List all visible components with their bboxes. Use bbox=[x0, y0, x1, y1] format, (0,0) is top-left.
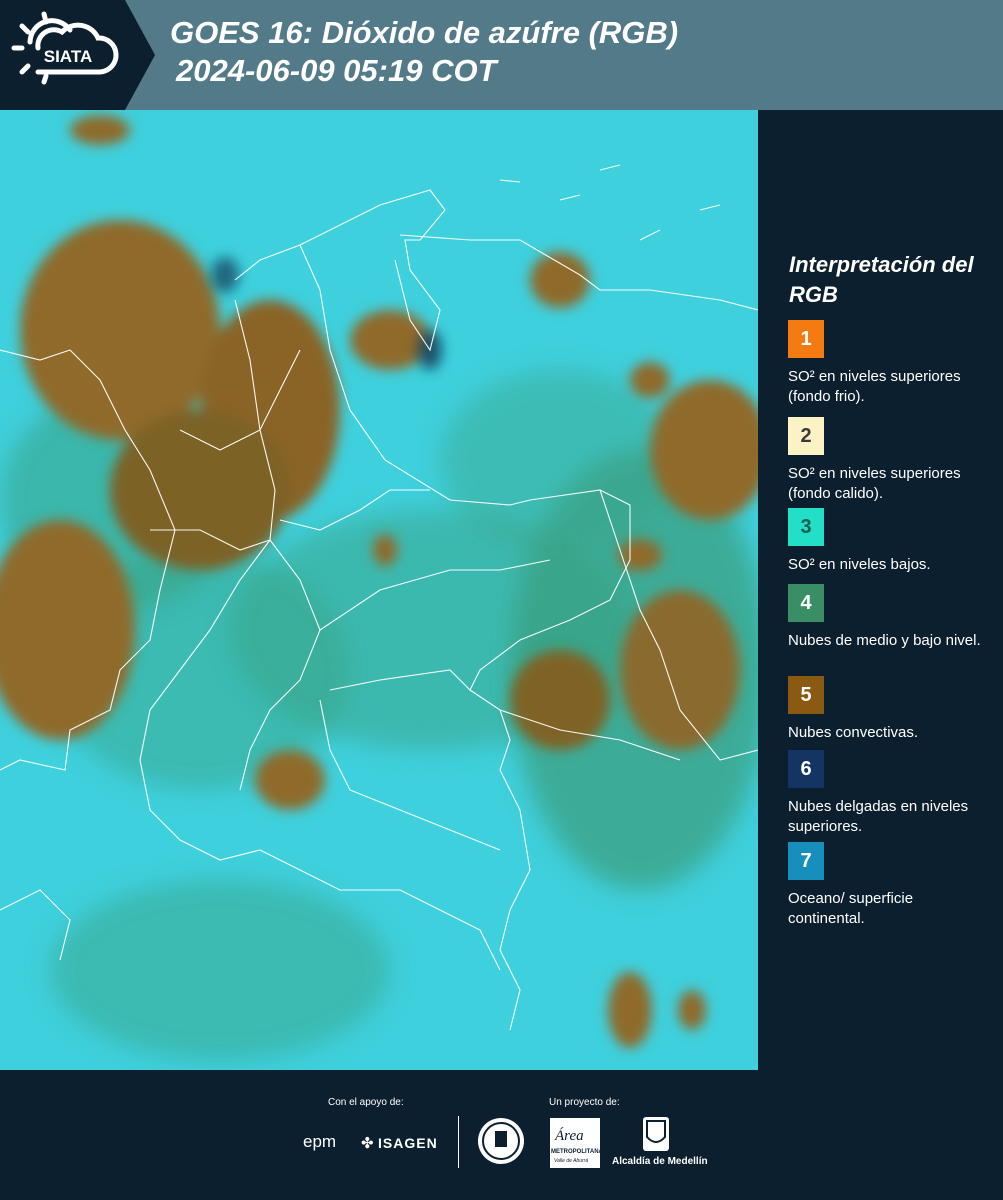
legend-label-1: SO² en niveles superiores (fondo frio). bbox=[788, 368, 961, 405]
isagen-mark-icon: ✤ bbox=[361, 1135, 374, 1152]
legend-label-4: Nubes de medio y bajo nivel. bbox=[788, 632, 981, 649]
legend-number-3: 3 bbox=[800, 515, 812, 538]
legend-number-4: 4 bbox=[800, 591, 812, 614]
legend-label-3: SO² en niveles bajos. bbox=[788, 556, 931, 573]
siata-logo: SIATA bbox=[0, 0, 155, 110]
footer: Con el apoyo de: Un proyecto de: epm ✤ I… bbox=[0, 1070, 1003, 1200]
legend-number-1: 1 bbox=[800, 327, 812, 350]
legend-number-5: 5 bbox=[800, 683, 812, 706]
legend-item-2: 2 SO² en niveles superiores (fondo calid… bbox=[788, 417, 993, 504]
legend-number-7: 7 bbox=[800, 849, 812, 872]
legend-item-4: 4 Nubes de medio y bajo nivel. bbox=[788, 584, 993, 651]
legend-swatch-1: 1 bbox=[788, 320, 824, 358]
page-subtitle: 2024-06-09 05:19 COT bbox=[176, 53, 497, 88]
valle-text: Valle de Aburrá bbox=[554, 1158, 589, 1164]
legend-item-7: 7 Oceano/ superficie continental. bbox=[788, 842, 993, 929]
legend-title: Interpretación del RGB bbox=[789, 252, 974, 307]
legend-swatch-3: 3 bbox=[788, 508, 824, 546]
project-label: Un proyecto de: bbox=[549, 1097, 620, 1108]
seal-icon bbox=[482, 1122, 520, 1160]
legend-swatch-2: 2 bbox=[788, 417, 824, 455]
header-bar: SIATA GOES 16: Dióxido de azúfre (RGB) 2… bbox=[0, 0, 1003, 110]
legend-number-6: 6 bbox=[800, 757, 812, 780]
alcaldia-text: Alcaldía de Medellín bbox=[612, 1156, 708, 1167]
page-title: GOES 16: Dióxido de azúfre (RGB) bbox=[170, 15, 679, 50]
medellin-seal bbox=[478, 1118, 524, 1164]
satellite-image bbox=[0, 110, 758, 1070]
area-logo-text: Área bbox=[555, 1128, 584, 1144]
legend-item-6: 6 Nubes delgadas en niveles superiores. bbox=[788, 750, 993, 837]
logo-text: SIATA bbox=[44, 47, 92, 66]
support-label: Con el apoyo de: bbox=[328, 1097, 404, 1108]
legend-label-7: Oceano/ superficie continental. bbox=[788, 890, 914, 927]
legend-swatch-6: 6 bbox=[788, 750, 824, 788]
metropolitana-text: METROPOLITANA bbox=[551, 1149, 603, 1155]
epm-logo: epm bbox=[303, 1132, 337, 1151]
legend-label-6: Nubes delgadas en niveles superiores. bbox=[788, 798, 969, 835]
legend-item-3: 3 SO² en niveles bajos. bbox=[788, 508, 993, 575]
legend-swatch-4: 4 bbox=[788, 584, 824, 622]
legend-item-5: 5 Nubes convectivas. bbox=[788, 676, 993, 743]
legend-panel: Interpretación del RGB 1 SO² en niveles … bbox=[760, 110, 1003, 1070]
shield-icon bbox=[646, 1120, 666, 1143]
legend-swatch-7: 7 bbox=[788, 842, 824, 880]
logo-block: SIATA bbox=[0, 0, 155, 110]
legend-label-2: SO² en niveles superiores (fondo calido)… bbox=[788, 465, 961, 502]
legend-label-5: Nubes convectivas. bbox=[788, 724, 919, 741]
isagen-logo: ISAGEN bbox=[378, 1135, 438, 1151]
legend-number-2: 2 bbox=[800, 424, 812, 447]
area-metropolitana-logo: Área METROPOLITANA Valle de Aburrá bbox=[550, 1118, 603, 1168]
legend-swatch-5: 5 bbox=[788, 676, 824, 714]
alcaldia-shield-icon bbox=[643, 1117, 669, 1151]
satellite-map[interactable] bbox=[0, 110, 758, 1070]
legend-item-1: 1 SO² en niveles superiores (fondo frio)… bbox=[788, 320, 993, 407]
footer-divider bbox=[458, 1116, 459, 1168]
